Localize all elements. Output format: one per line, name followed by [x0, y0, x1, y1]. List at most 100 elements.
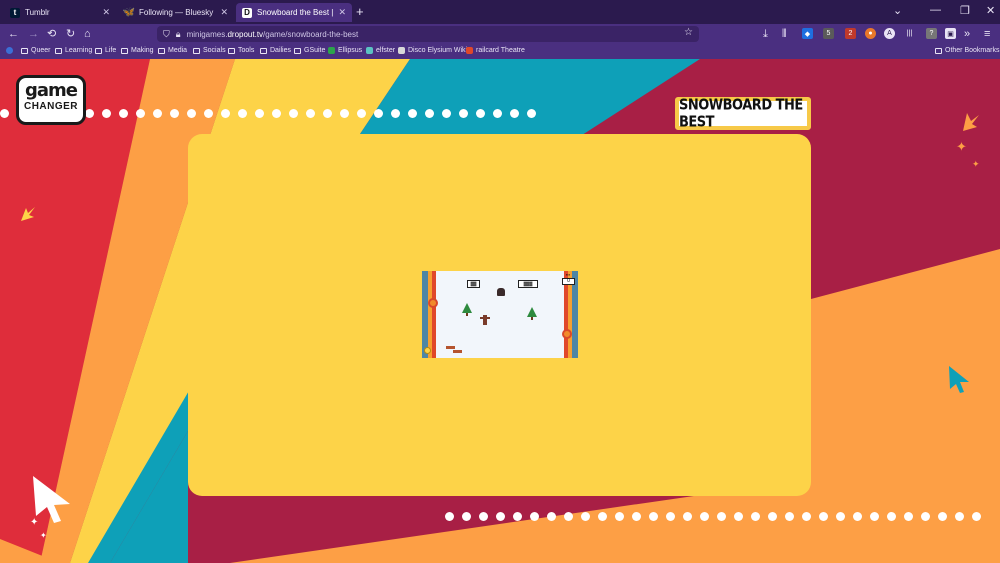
extension-red-icon[interactable]: 2 — [845, 28, 856, 39]
downloads-icon[interactable]: ⤓ — [763, 27, 768, 41]
game-stage: ▓▓ ▓▓▓ ▪▪▪ 0 — [188, 134, 811, 496]
coin-icon — [424, 347, 431, 354]
gate-sign: ▓▓ — [467, 280, 480, 288]
bookmark-label: Learning — [65, 47, 93, 54]
bookmark-ellipsus[interactable]: Ellipsus — [328, 47, 362, 54]
tab-label: Snowboard the Best | Game Ch — [257, 8, 334, 17]
bookmark-label: Ellipsus — [338, 47, 363, 54]
close-icon[interactable]: ✕ — [102, 7, 110, 18]
folder-icon — [95, 47, 102, 54]
logo-line2: CHANGER — [23, 101, 79, 112]
tab-snowboard[interactable]: D Snowboard the Best | Game Ch ✕ — [236, 3, 352, 22]
bookmark-icon-blue[interactable] — [6, 47, 16, 54]
elfster-icon — [366, 47, 373, 54]
close-window-icon[interactable]: ✕ — [986, 4, 995, 17]
library-icon[interactable]: ⫴ — [782, 27, 787, 41]
url-bar[interactable]: ⛉ 🔒︎ minigames. dropout.tv/game/snowboard… — [157, 26, 699, 42]
tab-bluesky[interactable]: 🦋 Following — Bluesky ✕ — [118, 3, 234, 22]
reload-icon[interactable]: ↻ — [66, 27, 75, 41]
game-title-badge: SNOWBOARD THE BEST — [675, 96, 811, 131]
snowboarder-sprite — [497, 288, 505, 296]
left-wall — [422, 271, 436, 358]
bookmark-folder-dailies[interactable]: Dailies — [260, 47, 291, 54]
bookmark-label: Other Bookmarks — [945, 47, 1000, 54]
restore-icon[interactable]: ❐ — [960, 4, 970, 17]
tab-bar: t Tumblr ✕ 🦋 Following — Bluesky ✕ D Sno… — [0, 0, 1000, 24]
ramp-sprite — [453, 350, 462, 353]
tree-sprite — [462, 303, 472, 316]
extension-shield-icon[interactable]: ◆ — [802, 28, 813, 39]
page-content: game CHANGER SNOWBOARD THE BEST ✦ ✦ ✦ ✦ — [0, 59, 1000, 563]
folder-icon — [260, 47, 267, 54]
sparkle-icon: ✦ — [956, 139, 967, 154]
bookmark-label: Tools — [238, 47, 255, 54]
bookmark-label: Socials — [203, 47, 226, 54]
tab-tumblr[interactable]: t Tumblr ✕ — [4, 3, 116, 22]
butterfly-icon: 🦋 — [122, 7, 136, 18]
bookmark-railcard-theatre[interactable]: railcard Theatre — [466, 47, 525, 54]
history-icon[interactable]: ⟲ — [47, 27, 56, 41]
bookmark-disco-elysium[interactable]: Disco Elysium Wiki — [398, 47, 467, 54]
hud-box: 0 — [562, 278, 575, 285]
bookmark-folder-media[interactable]: Media — [158, 47, 187, 54]
folder-icon — [55, 47, 62, 54]
folder-icon — [935, 47, 942, 54]
minimize-icon[interactable]: — — [930, 4, 941, 16]
forward-icon[interactable]: → — [28, 27, 39, 41]
bookmark-label: Queer — [31, 47, 51, 54]
close-icon[interactable]: ✕ — [220, 7, 228, 18]
extension-badge-icon[interactable]: 5 — [823, 28, 834, 39]
extension-bars-icon[interactable]: ||| — [904, 28, 915, 39]
bookmark-label: Disco Elysium Wiki — [408, 47, 468, 54]
extension-orange-icon[interactable]: ● — [865, 28, 876, 39]
bookmark-folder-gsuite[interactable]: GSuite — [294, 47, 325, 54]
game-changer-logo[interactable]: game CHANGER — [16, 75, 86, 125]
bookmark-folder-learning[interactable]: Learning — [55, 47, 92, 54]
bookmark-label: Media — [168, 47, 188, 54]
new-tab-button[interactable]: + — [356, 4, 364, 19]
bookmark-star-icon[interactable]: ☆ — [684, 27, 693, 38]
bookmark-folder-socials[interactable]: Socials — [193, 47, 226, 54]
badge-count: 5 — [826, 30, 831, 37]
folder-icon — [193, 47, 200, 54]
bookmark-other[interactable]: Other Bookmarks — [935, 47, 999, 54]
tab-list-icon[interactable]: ⌄ — [893, 4, 902, 17]
ellipsus-icon — [328, 47, 335, 54]
pointer-cursor-icon — [949, 366, 969, 393]
bookmark-folder-life[interactable]: Life — [95, 47, 116, 54]
game-title: SNOWBOARD THE BEST — [679, 96, 803, 131]
bookmark-elfster[interactable]: elfster — [366, 47, 395, 54]
tab-label: Following — Bluesky — [139, 8, 214, 17]
badge-count: 2 — [848, 30, 853, 37]
hud-label: ▪▪▪ — [565, 272, 571, 277]
extension-square-icon[interactable]: ▣ — [945, 28, 956, 39]
ramp-sprite — [446, 346, 455, 349]
nav-bar: ← → ⟲ ↻ ⌂ ⛉ 🔒︎ minigames. dropout.tv/game… — [0, 24, 1000, 44]
bookmark-folder-tools[interactable]: Tools — [228, 47, 254, 54]
lock-icon[interactable]: 🔒︎ — [176, 29, 181, 40]
extension-puzzle-icon[interactable]: ? — [926, 28, 937, 39]
folder-icon — [228, 47, 235, 54]
folder-icon — [294, 47, 301, 54]
bookmark-folder-queer[interactable]: Queer — [21, 47, 50, 54]
bookmark-label: GSuite — [304, 47, 326, 54]
folder-icon — [21, 47, 28, 54]
flag-marker — [428, 298, 438, 308]
home-icon[interactable]: ⌂ — [84, 27, 91, 41]
bookmark-label: Dailies — [270, 47, 292, 54]
menu-icon[interactable]: ≡ — [984, 27, 990, 41]
overflow-chevron-icon[interactable]: » — [964, 27, 970, 41]
game-canvas[interactable]: ▓▓ ▓▓▓ ▪▪▪ 0 — [422, 271, 578, 358]
railcard-icon — [466, 47, 473, 54]
url-prefix: minigames. — [186, 29, 228, 39]
sparkle-icon: ✦ — [40, 531, 47, 540]
bookmark-folder-making[interactable]: Making — [121, 47, 154, 54]
arrow-cursor-icon — [21, 207, 35, 221]
logo-line1: game — [25, 80, 78, 101]
extension-a-icon[interactable]: A — [884, 28, 895, 39]
shield-icon[interactable]: ⛉ — [163, 29, 170, 40]
tab-label: Tumblr — [25, 8, 50, 17]
close-icon[interactable]: ✕ — [338, 7, 346, 18]
back-icon[interactable]: ← — [8, 27, 19, 41]
bookmarks-bar: Queer Learning Life Making Media Socials… — [0, 44, 1000, 59]
